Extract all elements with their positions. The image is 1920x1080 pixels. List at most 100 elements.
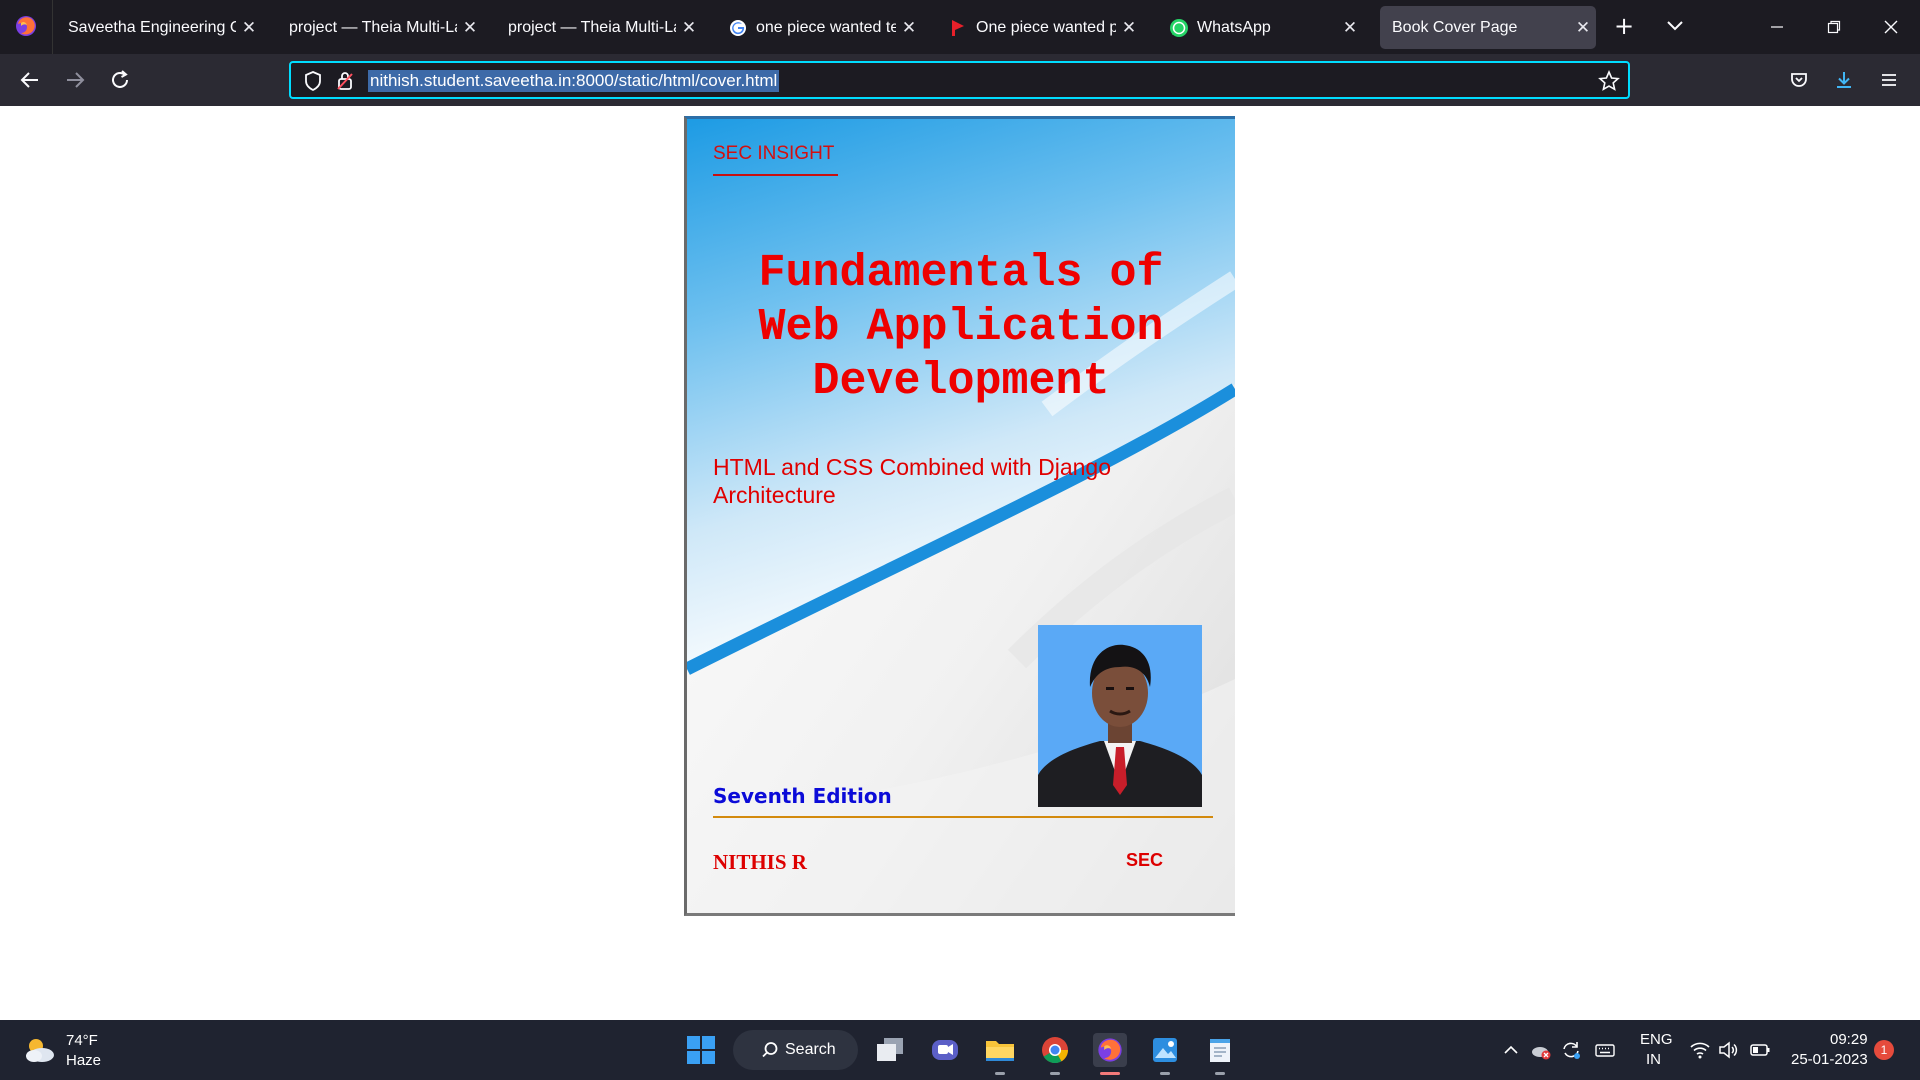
close-window-button[interactable] [1876, 12, 1906, 42]
hamburger-menu-icon [1882, 74, 1896, 86]
tab-theia-2[interactable]: project — Theia Multi-Language Workspace… [496, 6, 702, 49]
onedrive-error-icon[interactable] [1530, 1039, 1552, 1061]
battery-icon[interactable] [1749, 1039, 1771, 1061]
tab-title: project — Theia Multi-Language Workspace [508, 18, 676, 36]
search-label: Search [785, 1041, 836, 1058]
language-indicator[interactable]: ENG [1640, 1031, 1673, 1048]
lock-warning-icon[interactable] [335, 71, 355, 91]
bookmark-star-icon[interactable] [1598, 70, 1620, 92]
title-line-2: Web Application [758, 302, 1164, 353]
notepad-icon[interactable] [1203, 1033, 1237, 1067]
running-indicator [1160, 1072, 1170, 1075]
title-line-1: Fundamentals of [758, 248, 1164, 299]
volume-icon[interactable] [1717, 1039, 1739, 1061]
arrow-right-icon [67, 72, 85, 88]
taskbar-search-button[interactable]: Search [733, 1030, 858, 1070]
title-line-3: Development [812, 356, 1110, 407]
clock-time[interactable]: 09:29 [1830, 1031, 1868, 1048]
windows-taskbar: 74°F Haze Search ENG IN 09:29 25-01-2023… [0, 1020, 1920, 1080]
subtitle-line-2: Architecture [713, 482, 836, 508]
tab-google-search[interactable]: one piece wanted template - Google Searc… [716, 6, 922, 49]
close-tab-icon[interactable]: ✕ [676, 18, 702, 38]
browser-tab-strip: Saveetha Engineering College ✕ project —… [0, 0, 1920, 54]
tab-title: One piece wanted poster maker [976, 18, 1116, 36]
tab-title: project — Theia Multi-Language Workspace [289, 18, 457, 36]
close-tab-icon[interactable]: ✕ [1570, 18, 1596, 38]
region-indicator[interactable]: IN [1646, 1051, 1661, 1068]
task-view-icon[interactable] [873, 1033, 907, 1067]
pocket-icon [1791, 73, 1807, 87]
chevron-up-icon[interactable] [1500, 1039, 1522, 1061]
chevron-down-icon[interactable] [1663, 14, 1687, 38]
teams-icon[interactable] [928, 1033, 962, 1067]
close-tab-icon[interactable]: ✕ [457, 18, 483, 38]
tab-title: Saveetha Engineering College [68, 18, 236, 36]
book-cover: SEC INSIGHT Fundamentals of Web Applicat… [684, 116, 1235, 916]
browser-navigation-bar: nithish.student.saveetha.in:8000/static/… [0, 54, 1920, 106]
close-icon [1884, 20, 1898, 34]
firefox-menu-icon[interactable] [14, 14, 38, 38]
tab-title: Book Cover Page [1392, 18, 1518, 36]
close-tab-icon[interactable]: ✕ [1337, 18, 1363, 38]
book-subtitle: HTML and CSS Combined with Django Archit… [713, 453, 1133, 509]
weather-temperature[interactable]: 74°F [66, 1032, 98, 1049]
publisher-name: SEC [1126, 850, 1164, 870]
firefox-icon[interactable] [1093, 1033, 1127, 1067]
tab-title: one piece wanted template - Google Searc… [756, 18, 896, 36]
reload-button[interactable] [106, 66, 134, 94]
author-portrait-illustration [1038, 625, 1202, 807]
author-name: NITHIS R [713, 850, 807, 874]
forward-button[interactable] [61, 66, 89, 94]
tab-separator [52, 0, 53, 54]
book-title: Fundamentals of Web Application Developm… [687, 247, 1235, 409]
url-text[interactable]: nithish.student.saveetha.in:8000/static/… [368, 70, 780, 92]
whatsapp-icon [1169, 18, 1189, 38]
tab-title: WhatsApp [1197, 18, 1271, 36]
close-tab-icon[interactable]: ✕ [236, 18, 262, 38]
downloads-button[interactable] [1830, 66, 1858, 94]
app-menu-button[interactable] [1875, 66, 1903, 94]
keyboard-icon[interactable] [1594, 1039, 1616, 1061]
weather-haze-icon[interactable] [22, 1034, 56, 1066]
close-tab-icon[interactable]: ✕ [896, 18, 922, 38]
restore-button[interactable] [1819, 12, 1849, 42]
running-indicator [995, 1072, 1005, 1075]
tab-theia-1[interactable]: project — Theia Multi-Language Workspace… [277, 6, 483, 49]
tab-saveetha[interactable]: Saveetha Engineering College ✕ [56, 6, 262, 49]
shield-icon[interactable] [303, 71, 323, 91]
minimize-button[interactable] [1762, 12, 1792, 42]
chrome-icon[interactable] [1038, 1033, 1072, 1067]
reload-icon [112, 70, 128, 88]
tab-poster-maker[interactable]: One piece wanted poster maker ✕ [936, 6, 1142, 49]
windows-start-icon[interactable] [686, 1035, 716, 1065]
address-bar[interactable]: nithish.student.saveetha.in:8000/static/… [289, 61, 1630, 99]
tab-whatsapp[interactable]: WhatsApp ✕ [1157, 6, 1363, 49]
restore-icon [1827, 20, 1841, 34]
pocket-button[interactable] [1785, 66, 1813, 94]
sync-icon[interactable] [1560, 1039, 1582, 1061]
running-indicator [1215, 1072, 1225, 1075]
search-icon [762, 1042, 778, 1058]
subtitle-line-1: HTML and CSS Combined with Django [713, 454, 1111, 480]
new-tab-button[interactable]: + [1612, 14, 1636, 38]
file-explorer-icon[interactable] [983, 1033, 1017, 1067]
author-photo [1038, 625, 1202, 807]
wifi-icon[interactable] [1689, 1039, 1711, 1061]
notification-badge[interactable]: 1 [1874, 1040, 1894, 1060]
red-flag-icon [948, 18, 968, 38]
brand-name: SEC INSIGHT [713, 143, 835, 164]
arrow-left-icon [20, 72, 38, 88]
weather-description[interactable]: Haze [66, 1052, 101, 1069]
close-tab-icon[interactable]: ✕ [1116, 18, 1142, 38]
edition-label: Seventh Edition [713, 784, 892, 808]
photos-icon[interactable] [1148, 1033, 1182, 1067]
download-icon [1837, 72, 1851, 88]
active-indicator [1100, 1072, 1120, 1075]
brand-underline [713, 174, 838, 176]
tab-book-cover[interactable]: Book Cover Page ✕ [1380, 6, 1596, 49]
clock-date[interactable]: 25-01-2023 [1791, 1051, 1868, 1068]
edition-divider [713, 816, 1213, 818]
minimize-icon [1771, 26, 1783, 28]
back-button[interactable] [16, 66, 44, 94]
running-indicator [1050, 1072, 1060, 1075]
